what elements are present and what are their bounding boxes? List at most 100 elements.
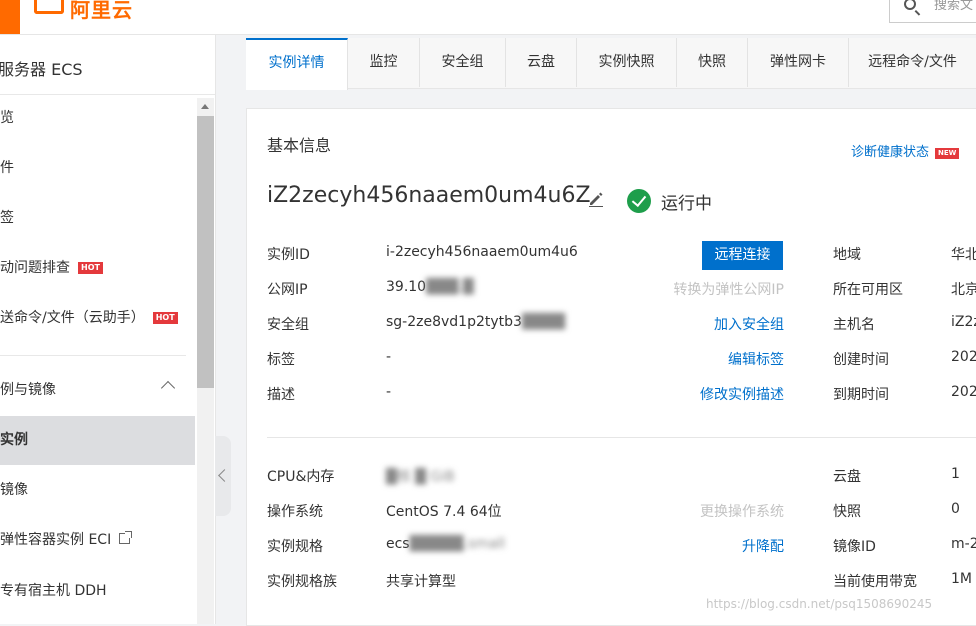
- diagnose-link-text[interactable]: 诊断健康状态: [851, 145, 929, 160]
- label-zone: 所在可用区: [833, 282, 903, 298]
- edit-description-link[interactable]: 修改实例描述: [700, 384, 784, 404]
- instance-name: iZ2zecyh456naaem0um4u6Z: [267, 183, 591, 208]
- sidebar-item-eci[interactable]: 弹性容器实例 ECI: [0, 517, 195, 563]
- label-description: 描述: [267, 387, 295, 403]
- value-security-group: sg-2ze8vd1p2tytb3████: [386, 314, 565, 330]
- instance-type-text: ecs: [386, 536, 410, 552]
- sidebar-item-tags[interactable]: 签: [0, 195, 195, 241]
- value-os: CentOS 7.4 64位: [386, 504, 502, 520]
- upgrade-downgrade-link[interactable]: 升降配: [742, 536, 784, 556]
- redacted-text: ███.█: [426, 279, 474, 295]
- instance-status: 运行中: [661, 194, 712, 214]
- label-image-id: 镜像ID: [833, 539, 876, 555]
- label-instance-family: 实例规格族: [267, 574, 337, 590]
- sidebar-item-label: 件: [0, 160, 14, 176]
- search-icon[interactable]: [904, 0, 916, 10]
- value-tags: -: [386, 349, 392, 365]
- tab-instance-details[interactable]: 实例详情: [246, 38, 348, 90]
- basic-info-panel: 基本信息 诊断健康状态 NEW iZ2zecyh456naaem0um4u6Z 运…: [246, 108, 976, 626]
- label-security-group: 安全组: [267, 317, 309, 333]
- sidebar-item-ddh[interactable]: 专有宿主机 DDH: [0, 568, 195, 614]
- sidebar-title: 服务器 ECS: [0, 60, 83, 79]
- running-status-icon: [627, 189, 651, 213]
- value-bandwidth: 1M: [951, 571, 972, 587]
- value-expire-time: 202: [951, 384, 976, 400]
- sidebar-item-label: 动问题排查: [0, 260, 70, 276]
- sidebar-item-troubleshoot[interactable]: 动问题排查 HOT: [0, 245, 195, 291]
- section-divider: [267, 437, 976, 438]
- edit-pencil-icon[interactable]: [588, 191, 604, 207]
- sidebar-item-overview[interactable]: 览: [0, 95, 195, 141]
- redacted-text: █████.small: [409, 536, 506, 552]
- label-instance-type: 实例规格: [267, 539, 323, 555]
- scroll-up-arrow-icon[interactable]: [201, 104, 209, 109]
- public-ip-text: 39.10: [386, 279, 427, 295]
- sidebar-item-text: 送命令/文件（云助手） HOT: [0, 295, 178, 341]
- sidebar-item-label: 送命令/文件（云助手）: [0, 310, 145, 326]
- search-input[interactable]: 搜索文: [934, 0, 973, 13]
- divider: [0, 355, 186, 356]
- sidebar-item-images[interactable]: 镜像: [0, 467, 195, 513]
- value-public-ip: 39.10███.█: [386, 279, 474, 295]
- label-bandwidth: 当前使用带宽: [833, 574, 917, 590]
- remote-connect-button[interactable]: 远程连接: [702, 241, 783, 270]
- label-snapshots: 快照: [833, 504, 861, 520]
- value-created-time: 202: [951, 349, 976, 365]
- sidebar-item-events[interactable]: 件: [0, 145, 195, 191]
- sidebar-item-label: 专有宿主机 DDH: [0, 583, 107, 599]
- value-disks: 1: [951, 466, 960, 482]
- label-region: 地域: [833, 247, 861, 263]
- hot-badge: HOT: [78, 262, 103, 274]
- sidebar-item-text: 弹性容器实例 ECI: [0, 517, 133, 563]
- sidebar-item-label: 镜像: [0, 482, 28, 498]
- tab-disks[interactable]: 云盘: [506, 38, 577, 87]
- watermark-text: https://blog.csdn.net/psq1508690245: [706, 597, 933, 611]
- tab-remote-commands[interactable]: 远程命令/文件: [849, 38, 976, 87]
- brand-accent: [0, 0, 20, 34]
- sidebar-item-instances[interactable]: 实例: [0, 416, 195, 465]
- sidebar-item-label: 例与镜像: [0, 382, 56, 398]
- brand-name[interactable]: 阿里云: [70, 0, 133, 23]
- value-image-id: m-2: [951, 536, 976, 552]
- tab-instance-snapshots[interactable]: 实例快照: [577, 38, 677, 87]
- tab-security-group[interactable]: 安全组: [420, 38, 506, 87]
- aliyun-logo-icon[interactable]: [34, 0, 64, 14]
- tab-bar: 实例详情 监控 安全组 云盘 实例快照 快照 弹性网卡 远程命令/文件: [246, 38, 976, 90]
- tab-snapshots[interactable]: 快照: [677, 38, 748, 87]
- hot-badge: HOT: [152, 312, 178, 324]
- top-bar: 阿里云 搜索文: [0, 0, 976, 35]
- sidebar-item-label: 签: [0, 210, 14, 226]
- label-created-time: 创建时间: [833, 352, 889, 368]
- tab-monitoring[interactable]: 监控: [348, 38, 420, 87]
- sidebar-item-label: 实例: [0, 432, 28, 448]
- value-instance-id: i-2zecyh456naaem0um4u6: [386, 244, 578, 260]
- label-instance-id: 实例ID: [267, 247, 310, 263]
- sidebar-collapse-handle[interactable]: [215, 436, 231, 516]
- value-snapshots: 0: [951, 501, 960, 517]
- edit-tags-link[interactable]: 编辑标签: [728, 349, 784, 369]
- sidebar-item-text: 动问题排查 HOT: [0, 245, 103, 291]
- convert-eip-link[interactable]: 转换为弹性公网IP: [673, 279, 784, 299]
- change-os-link[interactable]: 更换操作系统: [700, 501, 784, 521]
- redacted-text: ████: [521, 314, 566, 330]
- scrollbar-thumb[interactable]: [197, 116, 214, 388]
- label-os: 操作系统: [267, 504, 323, 520]
- value-instance-type: ecs█████.small: [386, 536, 505, 552]
- diagnose-health-link[interactable]: 诊断健康状态 NEW: [851, 141, 960, 160]
- label-public-ip: 公网IP: [267, 282, 308, 298]
- new-badge: NEW: [935, 148, 960, 159]
- join-security-group-link[interactable]: 加入安全组: [714, 314, 784, 334]
- sidebar-item-cloud-assistant[interactable]: 送命令/文件（云助手） HOT: [0, 295, 195, 341]
- security-group-text: sg-2ze8vd1p2tytb3: [386, 314, 522, 330]
- value-instance-family: 共享计算型: [386, 574, 456, 590]
- label-tags: 标签: [267, 352, 295, 368]
- value-region: 华北: [951, 247, 976, 263]
- value-hostname: iZ2z: [951, 314, 976, 330]
- tab-eni[interactable]: 弹性网卡: [748, 38, 849, 87]
- search-box[interactable]: 搜索文: [889, 0, 976, 23]
- external-link-icon: [119, 531, 133, 544]
- label-disks: 云盘: [833, 469, 861, 485]
- label-cpu-memory: CPU&内存: [267, 469, 335, 485]
- value-description: -: [386, 384, 392, 400]
- value-cpu-memory: █核 █ GiB: [386, 469, 455, 485]
